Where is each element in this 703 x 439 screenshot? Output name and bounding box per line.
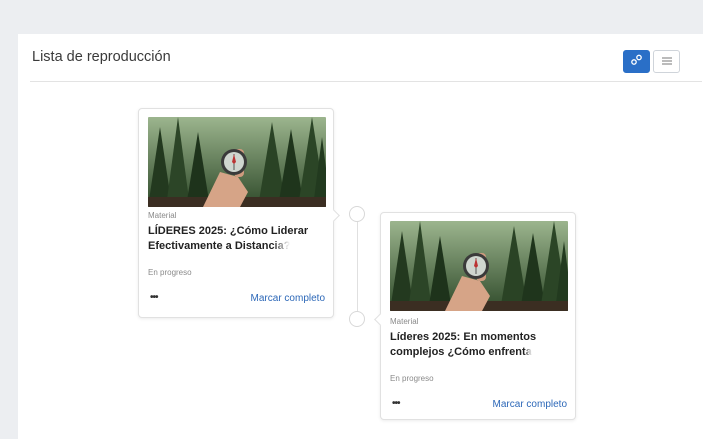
timeline-node	[349, 311, 365, 327]
timeline-connector	[357, 216, 358, 320]
thumbnail-image[interactable]	[148, 117, 326, 207]
item-title-line: complejos ¿Cómo enfren	[390, 346, 523, 358]
item-title-faded: cia?	[268, 240, 291, 252]
item-title[interactable]: LÍDERES 2025: ¿Cómo Liderar Efectivament…	[148, 224, 324, 254]
item-title-line: Efectivamente a Distan	[148, 240, 269, 252]
mark-complete-button[interactable]: Marcar completo	[493, 399, 567, 410]
more-options-icon[interactable]: •••	[150, 292, 158, 303]
more-options-icon[interactable]: •••	[392, 398, 400, 409]
mark-complete-button[interactable]: Marcar completo	[251, 293, 325, 304]
list-item[interactable]: Material LÍDERES 2025: ¿Cómo Liderar Efe…	[138, 108, 340, 318]
card-pointer	[374, 313, 387, 326]
diagram-icon	[630, 53, 643, 71]
card-pointer	[327, 209, 340, 222]
status-badge: En progreso	[390, 374, 434, 383]
item-title-faded: ta	[522, 346, 532, 358]
item-title-line: LÍDERES 2025: ¿Cómo Liderar	[148, 225, 309, 237]
status-badge: En progreso	[148, 268, 192, 277]
item-title[interactable]: Líderes 2025: En momentos complejos ¿Cóm…	[390, 330, 566, 360]
playlist-panel: Lista de reproducción Material LÍDERES 2…	[18, 34, 703, 439]
list-view-button[interactable]	[653, 50, 680, 73]
item-type: Material	[390, 317, 419, 326]
item-title-line: Líderes 2025: En momentos	[390, 331, 537, 343]
header-divider	[30, 81, 702, 82]
timeline-node	[349, 206, 365, 222]
diagram-view-button[interactable]	[623, 50, 650, 73]
item-type: Material	[148, 211, 177, 220]
page-title: Lista de reproducción	[32, 49, 171, 65]
list-item[interactable]: Material Líderes 2025: En momentos compl…	[374, 212, 576, 420]
list-icon	[661, 53, 673, 71]
thumbnail-image[interactable]	[390, 221, 568, 311]
